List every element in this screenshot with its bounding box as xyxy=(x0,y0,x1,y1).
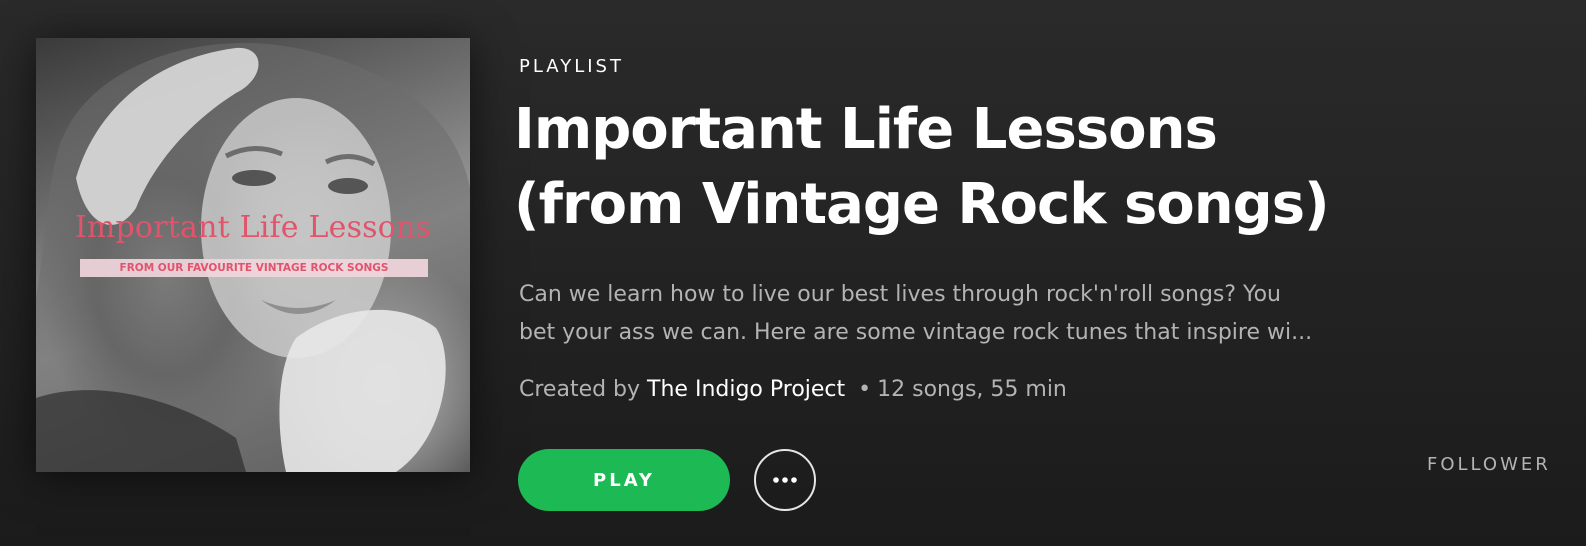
followers-label: FOLLOWER xyxy=(1427,454,1551,475)
playlist-title-line-2: (from Vintage Rock songs) xyxy=(514,172,1330,237)
playlist-description-line-2: bet your ass we can. Here are some vinta… xyxy=(519,320,1313,345)
ellipsis-icon xyxy=(773,477,797,483)
created-by-label: Created by xyxy=(519,377,641,402)
playlist-cover-image[interactable]: Important Life Lessons FROM OUR FAVOURIT… xyxy=(36,38,470,472)
playlist-description: Can we learn how to live our best lives … xyxy=(519,276,1449,352)
playlist-header: Important Life Lessons FROM OUR FAVOURIT… xyxy=(0,0,1586,546)
playlist-stats: 12 songs, 55 min xyxy=(877,377,1067,402)
playlist-meta: Created by The Indigo Project • 12 songs,… xyxy=(519,374,1067,406)
play-button[interactable]: PLAY xyxy=(518,449,730,511)
more-options-button[interactable] xyxy=(754,449,816,511)
cover-subtitle-text: FROM OUR FAVOURITE VINTAGE ROCK SONGS xyxy=(80,259,428,277)
playlist-type-label: PLAYLIST xyxy=(519,56,624,77)
cover-title-text: Important Life Lessons xyxy=(74,210,432,245)
playlist-description-line-1: Can we learn how to live our best lives … xyxy=(519,282,1281,307)
creator-link[interactable]: The Indigo Project xyxy=(647,377,845,402)
playlist-title-line-1: Important Life Lessons xyxy=(514,97,1218,162)
playlist-title: Important Life Lessons (from Vintage Roc… xyxy=(514,92,1464,242)
cover-photo-portrait xyxy=(36,42,470,472)
meta-separator: • xyxy=(858,377,872,402)
